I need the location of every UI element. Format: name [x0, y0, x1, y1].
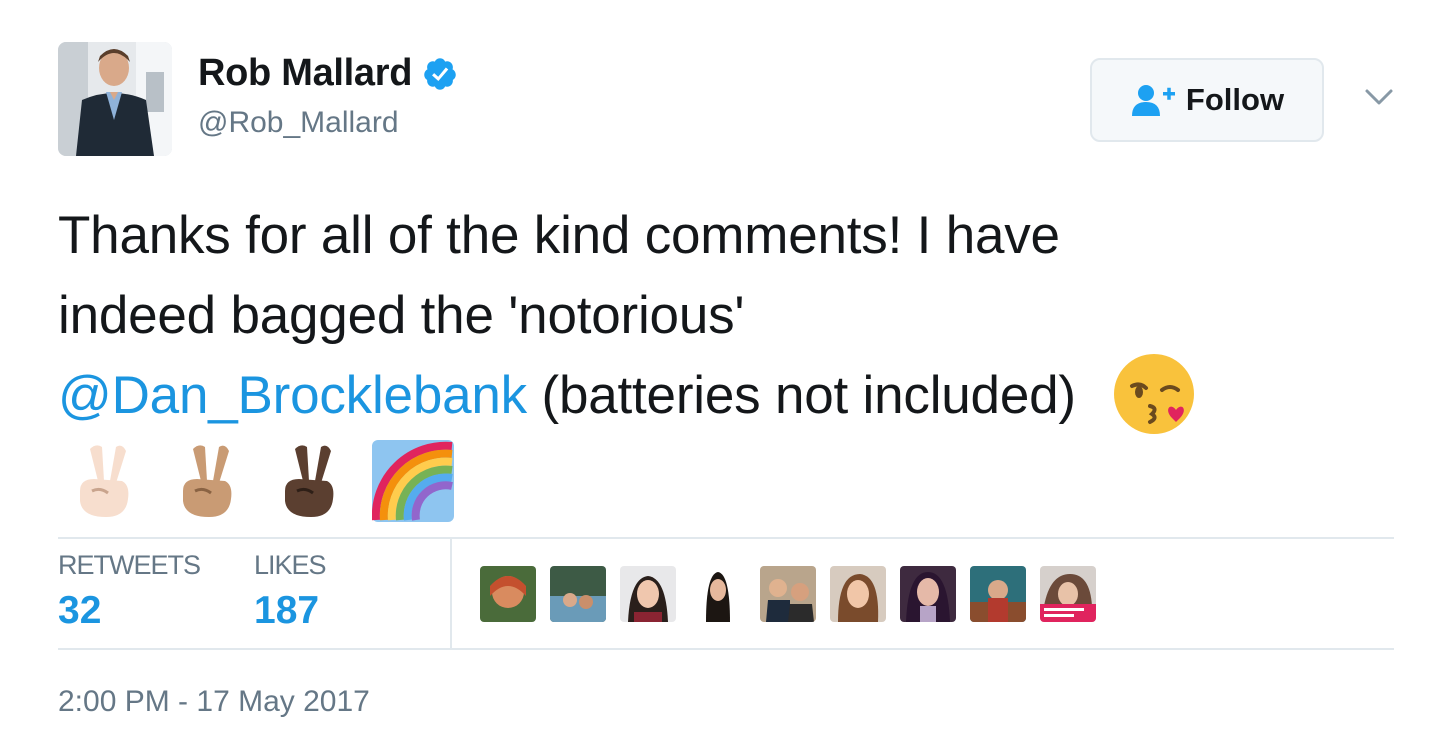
stats-bottom-divider [58, 648, 1394, 650]
rainbow-emoji-icon [371, 440, 454, 522]
author-name-row[interactable]: Rob Mallard [198, 52, 458, 95]
tweet-text-line3-rest: (batteries not included) [526, 366, 1076, 425]
follow-button[interactable]: Follow [1090, 58, 1324, 142]
stats-vertical-divider [450, 539, 452, 648]
retweets-stat[interactable]: RETWEETS 32 [58, 550, 201, 633]
likes-label: LIKES [254, 550, 327, 580]
kissing-wink-face-emoji-icon [1114, 354, 1195, 434]
retweets-label: RETWEETS [58, 550, 201, 580]
tweet-text-line1: Thanks for all of the kind comments! I h… [58, 206, 1060, 265]
retweets-count: 32 [58, 589, 102, 632]
victory-hand-dark-skin-emoji-icon [285, 445, 334, 517]
victory-hand-light-skin-emoji-icon [80, 445, 129, 517]
likes-count: 187 [254, 589, 320, 632]
liker-avatar[interactable] [1040, 566, 1096, 622]
liker-avatar[interactable] [620, 566, 676, 622]
likes-stat[interactable]: LIKES 187 [254, 550, 327, 633]
liker-avatar[interactable] [900, 566, 956, 622]
tweet-text-line3: @Dan_Brocklebank (batteries not included… [58, 354, 1398, 436]
tweet-timestamp[interactable]: 2:00 PM - 17 May 2017 [58, 685, 370, 719]
follow-button-label: Follow [1185, 82, 1285, 117]
liker-avatar[interactable] [830, 566, 886, 622]
verified-badge-icon [424, 57, 456, 90]
liker-avatar[interactable] [690, 566, 746, 622]
author-display-name[interactable]: Rob Mallard [198, 52, 412, 95]
liker-avatar[interactable] [480, 566, 536, 622]
author-handle[interactable]: @Rob_Mallard [198, 106, 399, 140]
liker-avatar[interactable] [550, 566, 606, 622]
chevron-down-icon[interactable] [1364, 86, 1394, 108]
follow-user-plus-icon [1131, 85, 1175, 116]
tweet-text-line2: indeed bagged the 'notorious' [58, 286, 745, 345]
likers-avatar-row [480, 566, 1110, 622]
tweet-emoji-row [58, 438, 1398, 522]
liker-avatar[interactable] [970, 566, 1026, 622]
stats-top-divider [58, 537, 1394, 539]
tweet-text: Thanks for all of the kind comments! I h… [58, 196, 1398, 522]
victory-hand-medium-skin-emoji-icon [182, 445, 231, 517]
liker-avatar[interactable] [760, 566, 816, 622]
author-avatar[interactable] [58, 42, 172, 156]
mention-link[interactable]: @Dan_Brocklebank [58, 366, 527, 425]
